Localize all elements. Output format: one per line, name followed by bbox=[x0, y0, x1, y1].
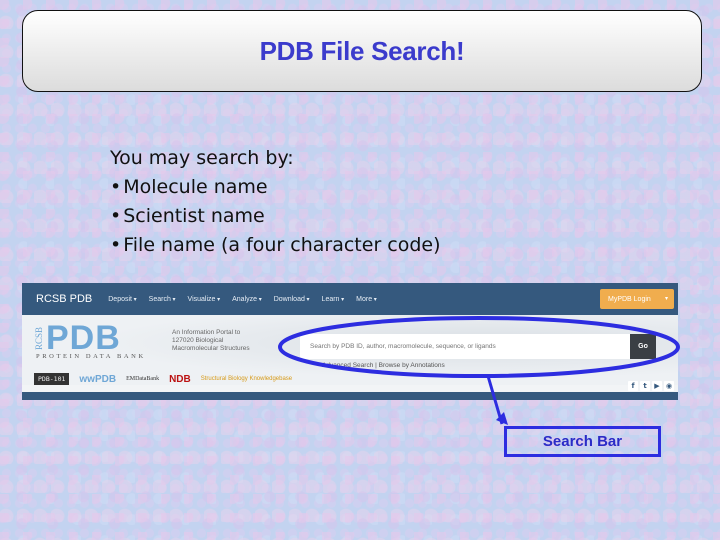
bullet-item: File name (a four character code) bbox=[110, 231, 440, 260]
slide-title: PDB File Search! bbox=[259, 35, 465, 66]
pdb101-logo[interactable]: PDB-101 bbox=[34, 373, 70, 385]
protein-data-bank-text: PROTEIN DATA BANK bbox=[36, 353, 146, 360]
rcsb-brand-link[interactable]: RCSB PDB bbox=[36, 293, 92, 305]
rcsb-logo-text: RCSB bbox=[34, 327, 44, 351]
social-links: f t ▶ ◉ bbox=[628, 381, 674, 391]
nav-search[interactable]: Search bbox=[149, 296, 176, 303]
portal-tagline: An Information Portal to 127020 Biologic… bbox=[172, 329, 250, 352]
youtube-icon[interactable]: ▶ bbox=[652, 381, 662, 391]
bullet-item: Molecule name bbox=[110, 173, 441, 202]
nav-learn[interactable]: Learn bbox=[322, 296, 345, 303]
go-button[interactable]: Go bbox=[630, 334, 656, 359]
mypdb-login-button[interactable]: MyPDB Login ▾ bbox=[600, 289, 674, 309]
slide-title-box: PDB File Search! bbox=[22, 10, 702, 92]
sbkb-logo[interactable]: Structural Biology Knowledgebase bbox=[201, 376, 292, 382]
facebook-icon[interactable]: f bbox=[628, 381, 638, 391]
github-icon[interactable]: ◉ bbox=[664, 381, 674, 391]
search-bar-callout: Search Bar bbox=[504, 426, 661, 457]
advanced-search-links[interactable]: Advanced Search | Browse by Annotations bbox=[322, 362, 445, 369]
ndb-logo[interactable]: NDB bbox=[169, 374, 191, 385]
nav-analyze[interactable]: Analyze bbox=[232, 296, 262, 303]
rcsb-screenshot: RCSB PDB Deposit Search Visualize Analyz… bbox=[22, 283, 678, 400]
search-input[interactable] bbox=[300, 334, 630, 359]
rcsb-hero: RCSB PDB PROTEIN DATA BANK An Informatio… bbox=[22, 315, 678, 385]
nav-visualize[interactable]: Visualize bbox=[188, 296, 221, 303]
callout-label: Search Bar bbox=[542, 433, 623, 450]
search-options-intro: You may search by: bbox=[110, 147, 294, 169]
search-options-list: You may search by: Molecule name Scienti… bbox=[110, 144, 441, 260]
rcsb-footer-bar bbox=[22, 392, 678, 400]
bullet-item: Scientist name bbox=[110, 202, 441, 231]
partner-logos: PDB-101 wwPDB EMDataBank NDB Structural … bbox=[34, 373, 292, 385]
login-label: MyPDB Login bbox=[608, 295, 651, 303]
nav-more[interactable]: More bbox=[356, 296, 377, 303]
emdatabank-logo[interactable]: EMDataBank bbox=[126, 376, 159, 382]
twitter-icon[interactable]: t bbox=[640, 381, 650, 391]
chevron-down-icon: ▾ bbox=[664, 296, 668, 302]
callout-arrowhead bbox=[496, 412, 508, 425]
nav-deposit[interactable]: Deposit bbox=[108, 296, 136, 303]
wwpdb-logo[interactable]: wwPDB bbox=[79, 374, 116, 385]
rcsb-navbar: RCSB PDB Deposit Search Visualize Analyz… bbox=[22, 283, 678, 315]
nav-download[interactable]: Download bbox=[274, 296, 310, 303]
search-bar: Go bbox=[300, 334, 656, 359]
